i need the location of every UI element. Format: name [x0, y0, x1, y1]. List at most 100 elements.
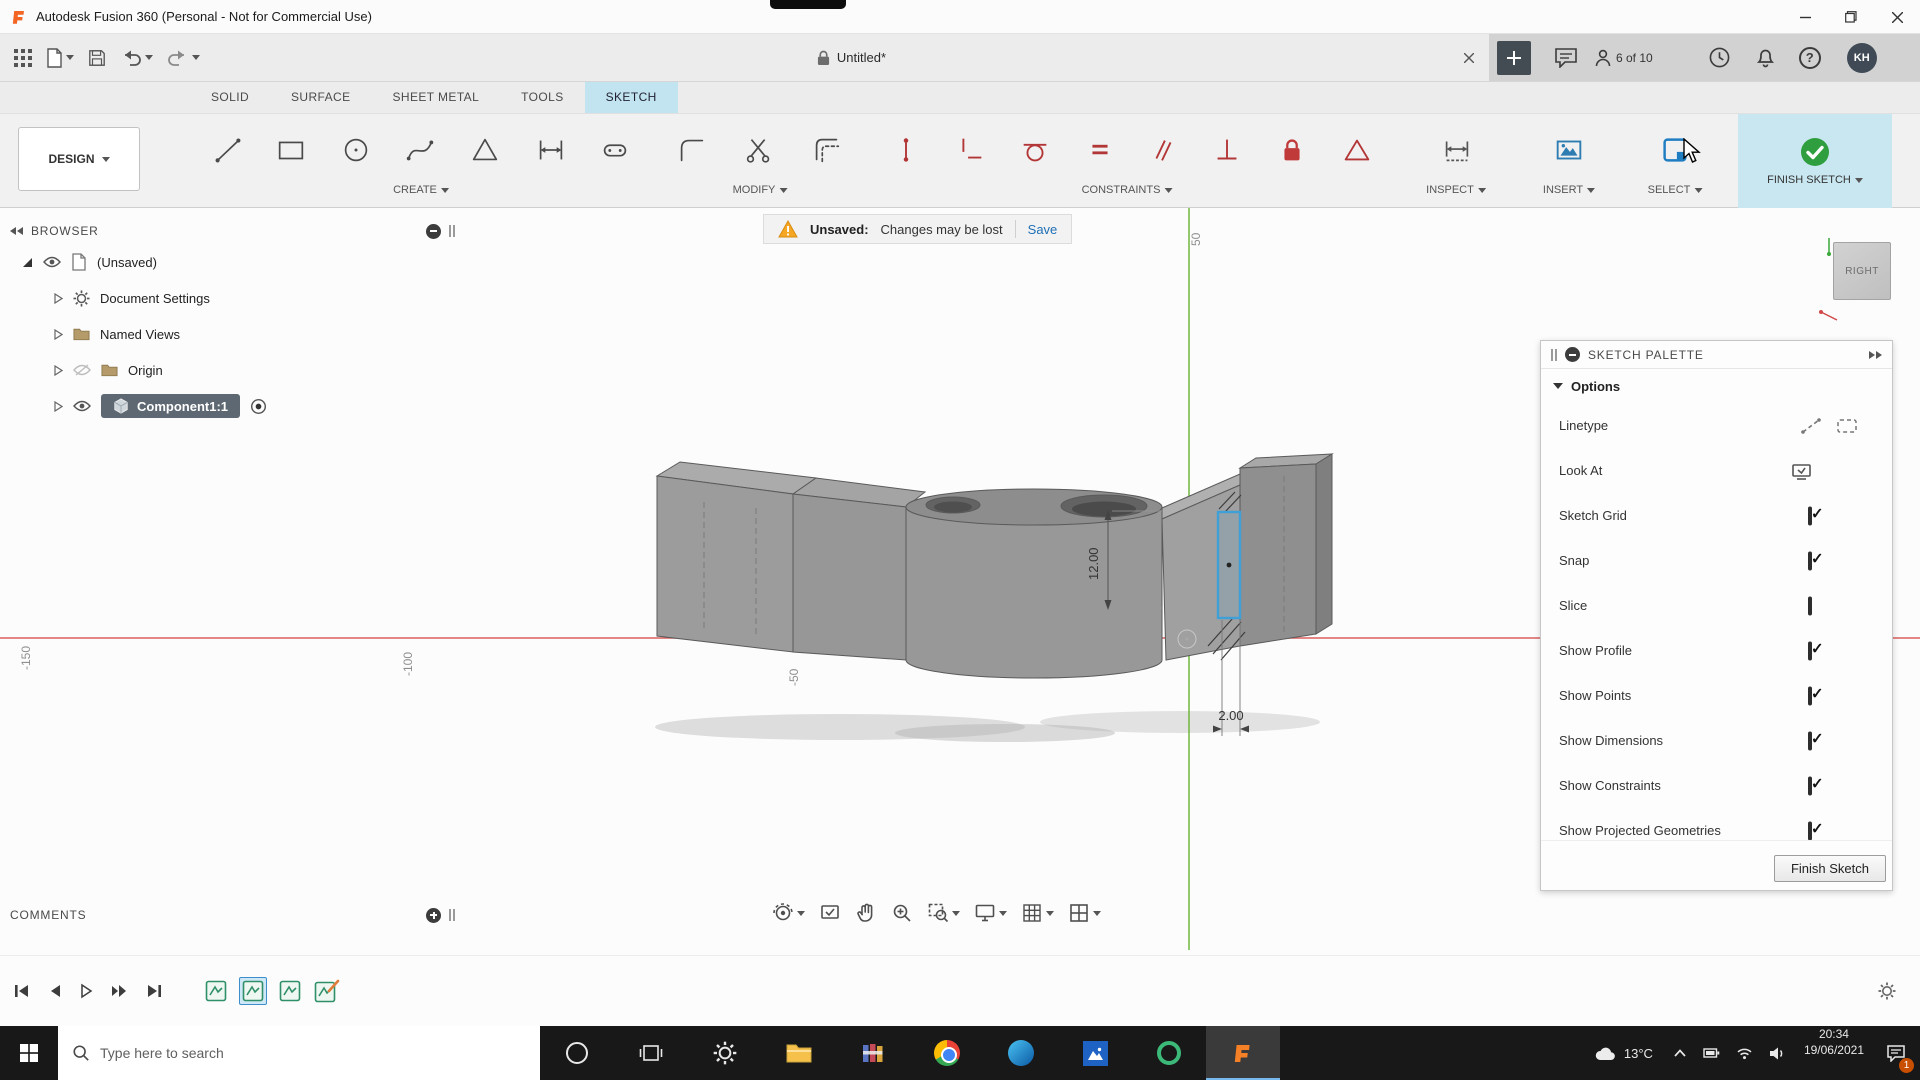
zoom-window-icon[interactable]	[927, 902, 960, 924]
action-center-button[interactable]: 1	[1872, 1026, 1920, 1080]
tab-sheet-metal[interactable]: SHEET METAL	[372, 82, 501, 113]
taskbar-weather-widget[interactable]: 13°C	[1585, 1026, 1663, 1080]
taskbar-winrar[interactable]	[836, 1026, 910, 1080]
construction-line-icon[interactable]	[1800, 417, 1822, 435]
tree-item-origin[interactable]: Origin	[10, 352, 455, 388]
rectangle-tool-icon[interactable]	[272, 131, 310, 169]
taskbar-chrome[interactable]	[910, 1026, 984, 1080]
expander-closed-icon[interactable]	[54, 293, 63, 304]
viewcube-face-label[interactable]: RIGHT	[1845, 266, 1879, 277]
finish-sketch-palette-button[interactable]: Finish Sketch	[1774, 855, 1886, 882]
timeline-play-button[interactable]	[79, 983, 93, 999]
show-profile-checkbox[interactable]	[1808, 641, 1812, 660]
circle-tool-icon[interactable]	[337, 131, 375, 169]
snap-checkbox[interactable]	[1808, 551, 1812, 570]
sketch-point[interactable]	[1227, 563, 1232, 568]
timeline-skip-start-button[interactable]	[14, 983, 31, 999]
options-section-header[interactable]: Options	[1541, 369, 1892, 403]
taskbar-settings[interactable]	[688, 1026, 762, 1080]
start-button[interactable]	[0, 1026, 58, 1080]
measure-tool-icon[interactable]	[1438, 131, 1476, 169]
constraints-group-label[interactable]: CONSTRAINTS	[1082, 184, 1173, 196]
slice-checkbox[interactable]	[1808, 596, 1812, 615]
sketch-grid-checkbox[interactable]	[1808, 506, 1812, 525]
notifications-bell-icon[interactable]	[1756, 47, 1775, 68]
timeline-feature-sketch1[interactable]	[202, 977, 230, 1005]
timeline-feature-sketch3[interactable]	[276, 977, 304, 1005]
visibility-hidden-eye-icon[interactable]	[73, 364, 91, 376]
speaker-icon[interactable]	[1769, 1046, 1786, 1061]
timeline-step-forward-button[interactable]	[110, 983, 128, 999]
perpendicular-constraint-icon[interactable]	[1208, 131, 1246, 169]
battery-icon[interactable]	[1703, 1045, 1720, 1061]
polygon-tool-icon[interactable]	[466, 131, 504, 169]
select-group-label[interactable]: SELECT	[1648, 184, 1703, 196]
document-tab[interactable]: Untitled*	[214, 34, 1489, 81]
browser-minimize-icon[interactable]	[426, 224, 441, 239]
taskbar-search[interactable]	[58, 1026, 540, 1080]
inspect-group-label[interactable]: INSPECT	[1426, 184, 1486, 196]
show-points-checkbox[interactable]	[1808, 686, 1812, 705]
search-input[interactable]	[100, 1045, 526, 1061]
look-at-nav-icon[interactable]	[819, 902, 841, 924]
create-group-label[interactable]: CREATE	[393, 184, 449, 196]
display-settings-icon[interactable]	[974, 902, 1007, 924]
equal-constraint-icon[interactable]	[1081, 131, 1119, 169]
save-link[interactable]: Save	[1028, 222, 1058, 237]
look-at-icon[interactable]	[1791, 462, 1812, 480]
taskbar-cortana[interactable]	[540, 1026, 614, 1080]
tab-sketch[interactable]: SKETCH	[585, 82, 678, 113]
selected-component-pill[interactable]: Component1:1	[101, 394, 240, 418]
taskbar-task-view[interactable]	[614, 1026, 688, 1080]
modify-group-label[interactable]: MODIFY	[733, 184, 788, 196]
timeline-step-back-button[interactable]	[48, 983, 62, 999]
tab-surface[interactable]: SURFACE	[270, 82, 371, 113]
timeline-feature-sketch2-selected[interactable]	[239, 977, 267, 1005]
zoom-icon[interactable]	[891, 902, 913, 924]
insert-group-label[interactable]: INSERT	[1543, 184, 1595, 196]
clock-icon[interactable]	[1709, 47, 1730, 68]
tab-tools[interactable]: TOOLS	[500, 82, 584, 113]
orbit-icon[interactable]	[772, 902, 805, 924]
coincident-constraint-icon[interactable]	[887, 131, 925, 169]
offset-tool-icon[interactable]	[808, 131, 846, 169]
expander-open-icon[interactable]	[22, 257, 33, 268]
insert-image-icon[interactable]	[1550, 131, 1588, 169]
parallel-constraint-icon[interactable]	[1144, 131, 1182, 169]
taskbar-photos[interactable]	[1058, 1026, 1132, 1080]
browser-grip[interactable]	[449, 225, 455, 237]
slot-tool-icon[interactable]	[596, 131, 634, 169]
taskbar-camtasia[interactable]	[1132, 1026, 1206, 1080]
tree-item-named-views[interactable]: Named Views	[10, 316, 455, 352]
taskbar-fusion360-active[interactable]	[1206, 1026, 1280, 1080]
redo-icon[interactable]	[167, 49, 200, 67]
hidden-icons-chevron[interactable]	[1673, 1048, 1687, 1058]
close-button[interactable]	[1874, 0, 1920, 34]
timeline-skip-end-button[interactable]	[145, 983, 162, 999]
comments-grip[interactable]	[449, 909, 455, 921]
tab-close-icon[interactable]	[1459, 48, 1479, 68]
fix-lock-constraint-icon[interactable]	[1273, 131, 1311, 169]
trim-tool-icon[interactable]	[740, 131, 778, 169]
network-wifi-icon[interactable]	[1736, 1046, 1753, 1060]
palette-minimize-icon[interactable]	[1565, 347, 1580, 362]
finish-sketch-button[interactable]: FINISH SKETCH	[1738, 114, 1892, 208]
timeline-feature-sketch4-editing[interactable]	[313, 977, 341, 1005]
expander-closed-icon[interactable]	[54, 401, 63, 412]
show-projected-geometries-checkbox[interactable]	[1808, 821, 1812, 840]
minimize-button[interactable]	[1782, 0, 1828, 34]
help-icon[interactable]: ?	[1799, 47, 1821, 69]
dimension-tool-icon[interactable]	[532, 131, 570, 169]
dimension-width-label[interactable]: 2.00	[1218, 708, 1243, 723]
expander-closed-icon[interactable]	[54, 365, 63, 376]
line-tool-icon[interactable]	[209, 131, 247, 169]
expander-closed-icon[interactable]	[54, 329, 63, 340]
design-workspace-dropdown[interactable]: DESIGN	[18, 127, 140, 191]
taskbar-file-explorer[interactable]	[762, 1026, 836, 1080]
dimension-height-label[interactable]: 12.00	[1086, 547, 1101, 580]
file-menu-icon[interactable]	[46, 48, 74, 68]
visibility-eye-icon[interactable]	[73, 400, 91, 412]
timeline-settings-gear-icon[interactable]	[1878, 982, 1896, 1000]
select-tool-icon[interactable]	[1656, 131, 1694, 169]
save-icon[interactable]	[88, 49, 106, 67]
